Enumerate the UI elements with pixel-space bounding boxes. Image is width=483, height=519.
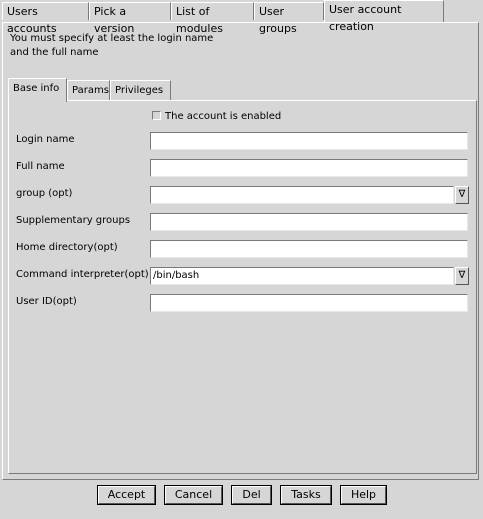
tab-list-of-modules[interactable]: List of modules (171, 2, 254, 35)
tab-user-groups[interactable]: User groups (254, 2, 324, 35)
base-info-panel (8, 100, 477, 474)
login-name-input[interactable] (150, 132, 468, 150)
chevron-down-icon: ∇ (458, 189, 466, 200)
user-id-input[interactable] (150, 294, 468, 312)
tab-users-accounts[interactable]: Users accounts (2, 2, 89, 35)
instruction-message: You must specify at least the login name… (10, 32, 213, 60)
tab-pick-a-version[interactable]: Pick a version (89, 2, 171, 35)
command-interpreter-label: Command interpreter(opt) (16, 269, 149, 280)
login-name-label: Login name (16, 134, 75, 145)
supplementary-groups-input[interactable] (150, 213, 468, 231)
del-button[interactable]: Del (231, 485, 272, 505)
chevron-down-icon: ∇ (458, 270, 466, 281)
tab-base-info[interactable]: Base info (8, 78, 67, 102)
accept-button[interactable]: Accept (97, 485, 156, 505)
help-button[interactable]: Help (340, 485, 387, 505)
home-directory-input[interactable] (150, 240, 468, 258)
user-id-label: User ID(opt) (16, 296, 77, 307)
tab-privileges[interactable]: Privileges (110, 80, 171, 100)
instruction-line-2: and the full name (10, 47, 99, 58)
home-directory-label: Home directory(opt) (16, 242, 118, 253)
group-dropdown-button[interactable]: ∇ (455, 186, 469, 204)
tasks-button[interactable]: Tasks (280, 485, 332, 505)
command-interpreter-input[interactable]: /bin/bash (150, 267, 454, 285)
group-label: group (opt) (16, 188, 73, 199)
account-enabled-row[interactable]: The account is enabled (152, 110, 281, 124)
instruction-line-1: You must specify at least the login name (10, 33, 214, 44)
supplementary-groups-label: Supplementary groups (16, 215, 131, 226)
account-enabled-checkbox[interactable] (152, 110, 161, 120)
cancel-button[interactable]: Cancel (164, 485, 223, 505)
full-name-label: Full name (16, 161, 65, 172)
account-enabled-label: The account is enabled (165, 111, 282, 122)
group-input[interactable] (150, 186, 454, 204)
tab-user-account-creation[interactable]: User account creation (324, 0, 444, 33)
command-interpreter-dropdown-button[interactable]: ∇ (455, 267, 469, 285)
tab-params[interactable]: Params (67, 80, 110, 100)
full-name-input[interactable] (150, 159, 468, 177)
